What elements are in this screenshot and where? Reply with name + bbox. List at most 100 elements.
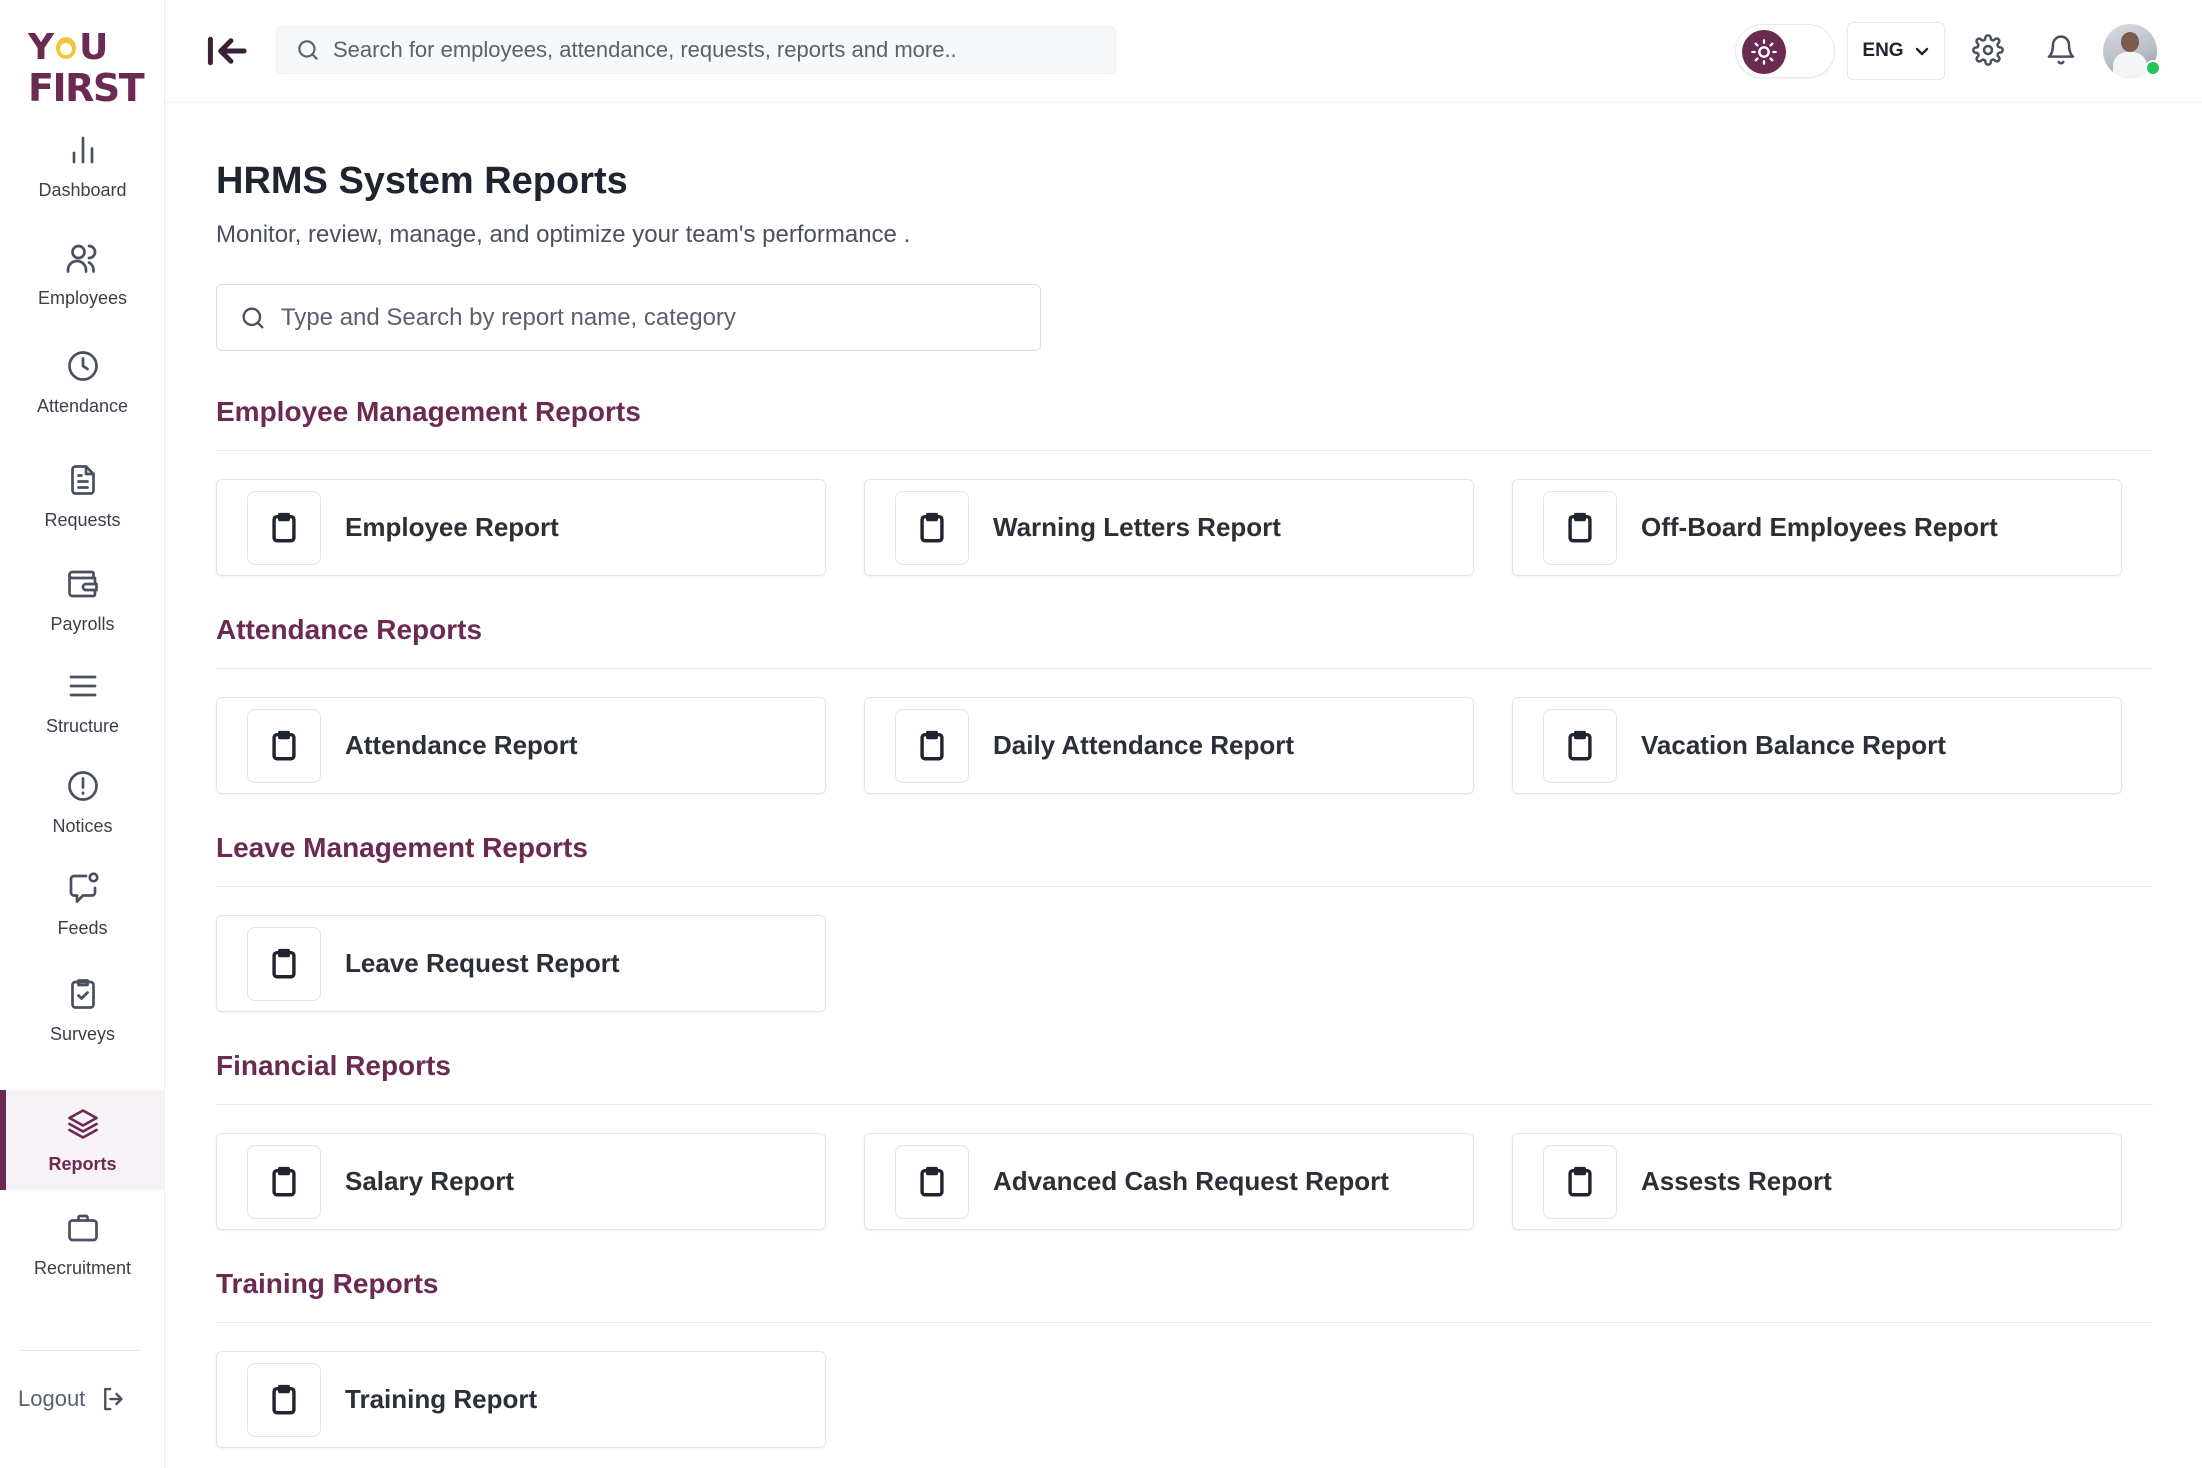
report-card-training[interactable]: Training Report [216,1351,826,1448]
logo-letter-u: U [79,27,108,68]
section-divider [216,668,2153,669]
sidebar-item-structure[interactable]: Structure [0,656,165,748]
clock-icon [67,350,98,381]
sidebar-item-label: Attendance [36,395,129,416]
sidebar-item-requests[interactable]: Requests [0,450,165,542]
sidebar-item-feeds[interactable]: Feeds [0,858,165,950]
section-divider [216,886,2153,887]
clipboard-icon [920,512,944,542]
report-card-daily-attendance[interactable]: Daily Attendance Report [864,697,1474,794]
report-card-label: Employee Report [345,512,559,542]
section-title-leave-management: Leave Management Reports [216,832,588,863]
section-divider [216,1104,2153,1105]
clipboard-icon [920,730,944,760]
layers-icon [67,1108,98,1139]
section-title-training: Training Reports [216,1268,439,1299]
sidebar-item-label: Dashboard [38,179,127,200]
report-card-salary[interactable]: Salary Report [216,1133,826,1230]
sidebar-item-label: Employees [37,287,128,308]
briefcase-icon [67,1214,98,1241]
sidebar-item-label: Surveys [49,1023,116,1044]
clipboard-icon [1568,1166,1592,1196]
gear-icon [1972,34,2004,66]
clipboard-icon [272,1384,296,1414]
alert-circle-icon [67,770,98,801]
report-card-leave-request[interactable]: Leave Request Report [216,915,826,1012]
sidebar-item-label: Structure [45,715,120,736]
clipboard-icon [920,1166,944,1196]
logout-label: Logout [18,1386,86,1411]
clipboard-icon [272,1166,296,1196]
report-search[interactable] [216,284,1041,351]
report-card-off-board-employees[interactable]: Off-Board Employees Report [1512,479,2122,576]
sidebar-item-recruitment[interactable]: Recruitment [0,1198,165,1290]
chevron-down-icon [1915,47,1928,56]
report-card-vacation-balance[interactable]: Vacation Balance Report [1512,697,2122,794]
report-card-label: Assests Report [1641,1166,1832,1196]
report-card-label: Vacation Balance Report [1641,730,1946,760]
clipboard-icon [1568,730,1592,760]
sidebar-item-label: Notices [52,815,113,836]
section-divider [216,450,2153,451]
collapse-sidebar-button[interactable] [205,30,251,72]
app-logo[interactable]: YU FIRST [28,27,145,110]
sidebar-item-label: Requests [44,509,121,530]
notifications-button[interactable] [2041,30,2081,70]
clipboard-icon-box [247,708,321,783]
report-card-assets[interactable]: Assests Report [1512,1133,2122,1230]
clipboard-icon-box [247,926,321,1001]
logout-button[interactable]: Logout [18,1384,129,1414]
theme-toggle[interactable] [1735,24,1835,78]
clipboard-icon-box [895,490,969,565]
clipboard-icon [272,512,296,542]
online-status-dot [2145,60,2161,76]
clipboard-icon-box [1543,1144,1617,1219]
sidebar-item-notices[interactable]: Notices [0,756,165,848]
section-divider [216,1322,2153,1323]
report-card-advanced-cash-request[interactable]: Advanced Cash Request Report [864,1133,1474,1230]
clipboard-icon-box [247,1362,321,1437]
language-select[interactable]: ENG [1847,22,1945,80]
global-search[interactable] [276,26,1116,74]
report-card-label: Daily Attendance Report [993,730,1294,760]
report-card-label: Attendance Report [345,730,578,760]
report-card-label: Advanced Cash Request Report [993,1166,1389,1196]
sidebar-item-payrolls[interactable]: Payrolls [0,554,165,646]
report-card-label: Warning Letters Report [993,512,1281,542]
clipboard-check-icon [70,978,95,1009]
language-value: ENG [1862,40,1904,61]
page-title: HRMS System Reports [216,160,628,202]
sidebar-item-employees[interactable]: Employees [0,228,165,320]
settings-button[interactable] [1968,30,2008,70]
menu-lines-icon [69,675,96,696]
collapse-arrow-icon [207,36,247,66]
page-subtitle: Monitor, review, manage, and optimize yo… [216,221,911,248]
report-card-label: Leave Request Report [345,948,620,978]
theme-toggle-knob [1742,30,1786,74]
sidebar-item-dashboard[interactable]: Dashboard [0,120,165,212]
sidebar-item-surveys[interactable]: Surveys [0,964,165,1056]
report-card-label: Training Report [345,1384,538,1414]
bell-icon [2047,35,2075,65]
report-card-attendance[interactable]: Attendance Report [216,697,826,794]
section-title-employee-management: Employee Management Reports [216,396,641,427]
section-title-financial: Financial Reports [216,1050,451,1081]
report-search-input[interactable] [281,303,1021,332]
sidebar-item-reports[interactable]: Reports [0,1090,165,1190]
report-card-warning-letters[interactable]: Warning Letters Report [864,479,1474,576]
report-card-employee[interactable]: Employee Report [216,479,826,576]
global-search-input[interactable] [333,37,1093,63]
sun-icon [1751,39,1777,65]
sidebar-divider [20,1350,140,1351]
logo-o-mark [54,35,78,61]
sidebar: YU FIRST Dashboard Employees Attendance … [0,0,165,1468]
clipboard-icon-box [895,1144,969,1219]
clipboard-icon-box [247,1144,321,1219]
sidebar-item-label: Reports [48,1153,117,1174]
logo-first: FIRST [28,66,145,110]
clipboard-icon-box [1543,708,1617,783]
sidebar-item-attendance[interactable]: Attendance [0,336,165,428]
clipboard-icon-box [1543,490,1617,565]
clipboard-icon-box [247,490,321,565]
logo-letter-y: Y [28,27,54,68]
